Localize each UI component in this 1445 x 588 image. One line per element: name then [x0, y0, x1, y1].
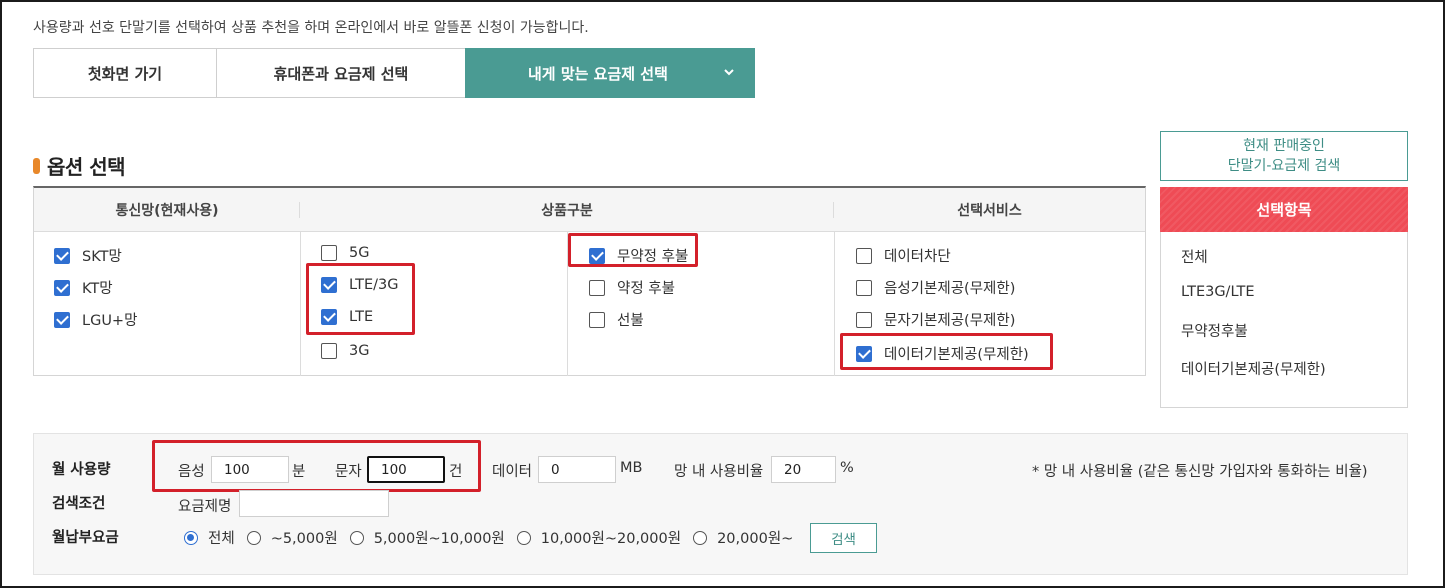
radio-unselected-icon	[516, 530, 531, 545]
checkbox-label: 3G	[349, 343, 370, 359]
tab-my-plan-label: 내게 맞는 요금제 선택	[528, 64, 668, 83]
radio-label: 전체	[208, 531, 235, 547]
column-divider	[300, 232, 301, 376]
radio-label: 10,000원~20,000원	[540, 531, 682, 547]
fee-radio-group: 전체 ~5,000원 5,000원~10,000원 10,000원~20,000…	[184, 527, 805, 548]
radio-selected-icon	[184, 530, 198, 545]
search-button[interactable]: 검색	[810, 523, 877, 553]
tab-phone-and-plan[interactable]: 휴대폰과 요금제 선택	[216, 48, 466, 98]
checkbox-unchecked-icon	[856, 279, 872, 296]
tab-my-plan[interactable]: 내게 맞는 요금제 선택	[465, 48, 755, 98]
column-divider	[834, 232, 835, 376]
selected-items-list: 전체 LTE3G/LTE 무약정후불 데이터기본제공(무제한)	[1160, 232, 1408, 408]
checkbox-checked-icon	[54, 279, 70, 296]
search-current-line2: 단말기-요금제 검색	[1227, 158, 1341, 174]
radio-unselected-icon	[246, 530, 261, 545]
checkbox-checked-icon	[54, 247, 70, 264]
data-mb-input[interactable]: 0	[538, 456, 616, 483]
checkbox-unchecked-icon	[321, 245, 337, 261]
checkbox-sms-unlimited[interactable]: 문자기본제공(무제한)	[856, 309, 1015, 330]
checkbox-3g[interactable]: 3G	[321, 343, 369, 359]
radio-label: ~5,000원	[270, 531, 338, 547]
data-unit: MB	[620, 460, 643, 476]
chevron-down-icon	[724, 69, 734, 76]
fee-radio-all[interactable]: 전체	[184, 527, 235, 548]
selected-item: LTE3G/LTE	[1181, 284, 1255, 300]
checkbox-5g[interactable]: 5G	[321, 245, 369, 261]
checkbox-skt[interactable]: SKT망	[54, 245, 122, 266]
header-divider	[299, 202, 300, 218]
header-network: 통신망(현재사용)	[34, 188, 300, 232]
label-monthly-fee: 월납부요금	[52, 530, 119, 546]
checkbox-label: LGU+망	[82, 313, 138, 329]
label-search-criteria: 검색조건	[52, 496, 106, 512]
highlight-box	[306, 263, 415, 335]
selected-items-header: 선택항목	[1160, 187, 1408, 232]
checkbox-contract-postpaid[interactable]: 약정 후불	[589, 277, 675, 298]
intro-text: 사용량과 선호 단말기를 선택하여 상품 추천을 하며 온라인에서 바로 알뜰폰…	[33, 20, 589, 36]
fee-radio-under-5000[interactable]: ~5,000원	[246, 527, 338, 548]
checkbox-checked-icon	[54, 311, 70, 328]
radio-label: 20,000원~	[717, 531, 794, 547]
ratio-input[interactable]: 20	[771, 456, 836, 483]
checkbox-unchecked-icon	[589, 279, 605, 296]
checkbox-label: 5G	[349, 245, 370, 261]
checkbox-label: 데이터차단	[884, 249, 951, 265]
ratio-label: 망 내 사용비율	[674, 464, 764, 480]
plan-name-label: 요금제명	[178, 499, 232, 515]
highlight-box	[840, 333, 1053, 370]
header-service: 선택서비스	[834, 188, 1145, 232]
checkbox-data-block[interactable]: 데이터차단	[856, 245, 951, 266]
highlight-box	[152, 440, 481, 492]
checkbox-label: 음성기본제공(무제한)	[884, 281, 1016, 297]
checkbox-unchecked-icon	[856, 311, 872, 328]
radio-unselected-icon	[349, 530, 364, 545]
selected-item: 전체	[1181, 250, 1208, 266]
checkbox-label: 약정 후불	[617, 281, 675, 297]
checkbox-unchecked-icon	[589, 311, 605, 328]
search-current-devices-button[interactable]: 현재 판매중인 단말기-요금제 검색	[1160, 131, 1408, 181]
checkbox-label: KT망	[82, 281, 113, 297]
highlight-box	[568, 233, 698, 267]
fee-radio-over-20000[interactable]: 20,000원~	[693, 527, 793, 548]
data-label: 데이터	[492, 464, 533, 480]
selected-item: 데이터기본제공(무제한)	[1181, 362, 1326, 378]
radio-label: 5,000원~10,000원	[373, 531, 505, 547]
search-current-line1: 현재 판매중인	[1243, 138, 1325, 154]
checkbox-unchecked-icon	[321, 343, 337, 359]
header-product: 상품구분	[300, 188, 834, 232]
checkbox-label: 문자기본제공(무제한)	[884, 313, 1016, 329]
checkbox-label: SKT망	[82, 249, 122, 265]
plan-name-input[interactable]	[239, 490, 389, 517]
checkbox-unchecked-icon	[856, 247, 872, 264]
section-bullet-icon	[33, 158, 40, 174]
checkbox-lgu[interactable]: LGU+망	[54, 309, 137, 330]
checkbox-kt[interactable]: KT망	[54, 277, 113, 298]
tab-home[interactable]: 첫화면 가기	[33, 48, 217, 98]
section-title: 옵션 선택	[47, 155, 126, 179]
selected-item: 무약정후불	[1181, 324, 1248, 340]
checkbox-voice-unlimited[interactable]: 음성기본제공(무제한)	[856, 277, 1015, 298]
radio-unselected-icon	[693, 530, 708, 545]
label-monthly-usage: 월 사용량	[52, 462, 111, 478]
fee-radio-5000-10000[interactable]: 5,000원~10,000원	[349, 527, 505, 548]
header-divider	[833, 202, 834, 218]
ratio-note: * 망 내 사용비율 (같은 통신망 가입자와 통화하는 비율)	[1032, 464, 1368, 480]
checkbox-label: 선불	[617, 313, 644, 329]
ratio-unit: %	[840, 460, 854, 476]
fee-radio-10000-20000[interactable]: 10,000원~20,000원	[516, 527, 682, 548]
checkbox-prepaid[interactable]: 선불	[589, 309, 644, 330]
